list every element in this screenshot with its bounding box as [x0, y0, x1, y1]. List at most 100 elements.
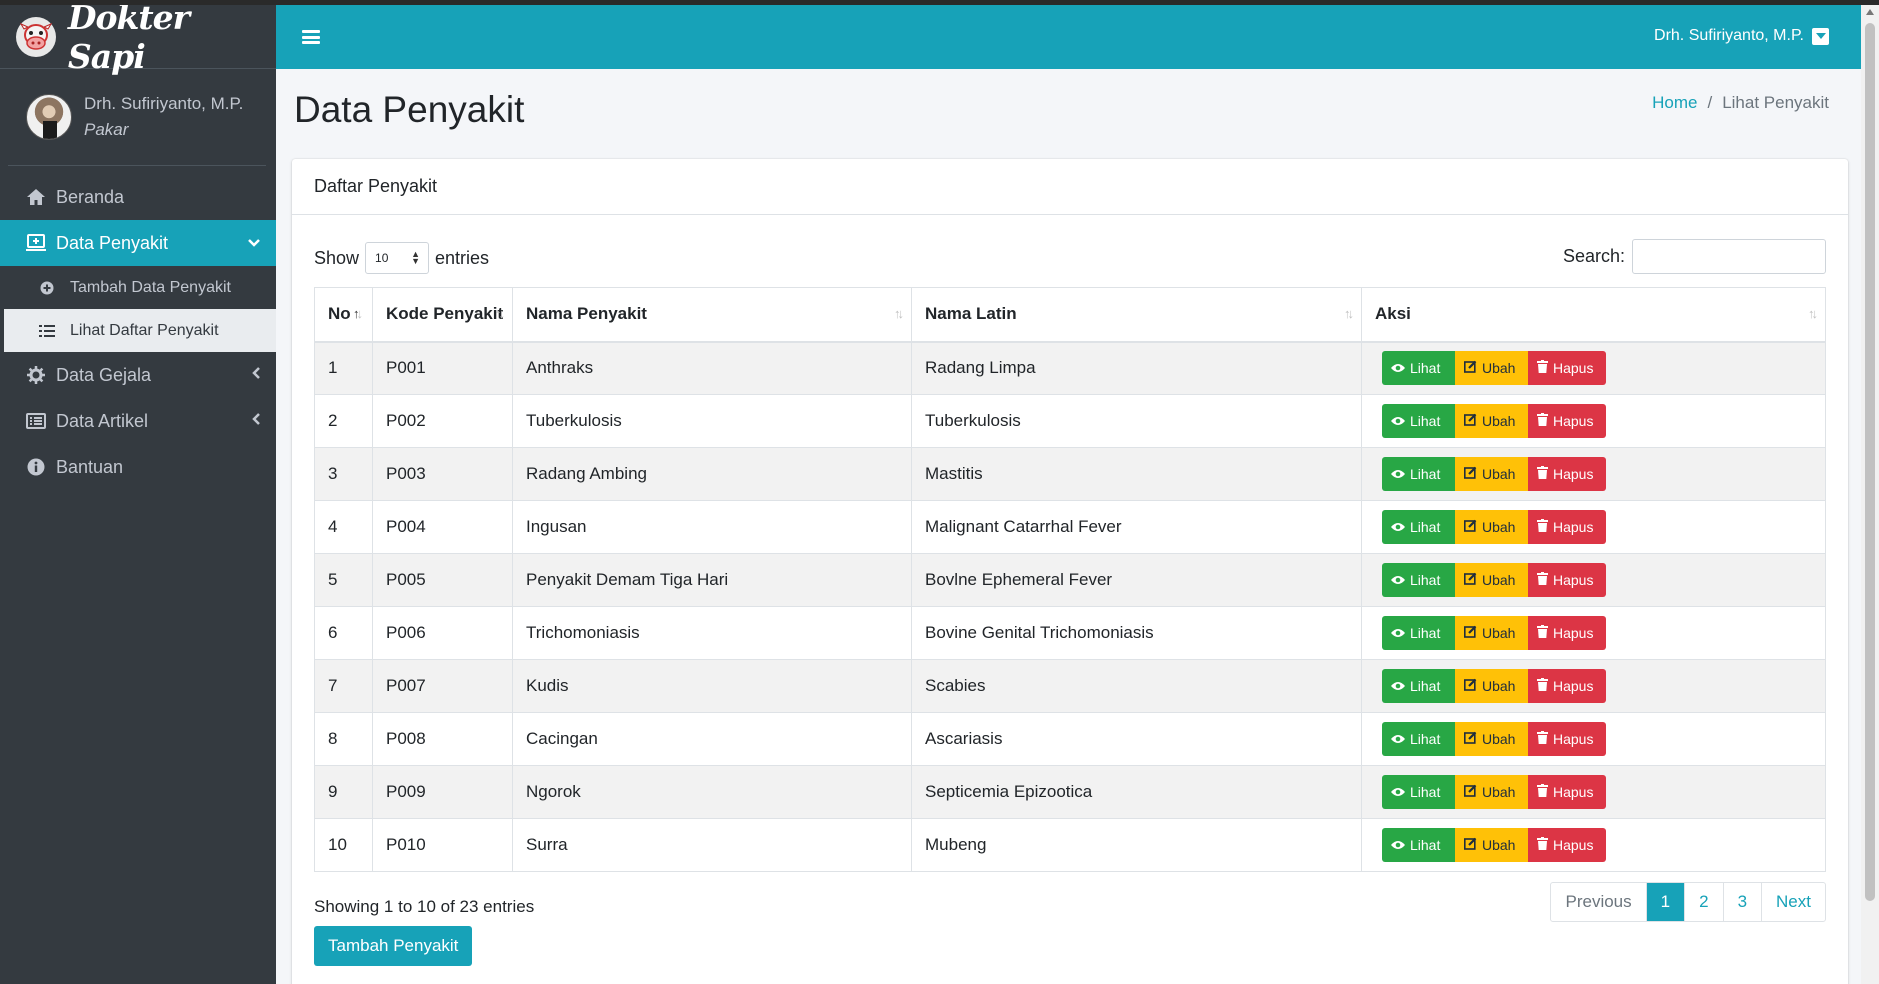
menu-toggle-icon[interactable] [302, 30, 320, 44]
edit-button[interactable]: Ubah [1455, 828, 1528, 862]
sidebar-item-beranda[interactable]: Beranda [0, 174, 276, 220]
select-arrows-icon: ▲ ▼ [411, 249, 421, 266]
pagination-next[interactable]: Next [1761, 883, 1825, 921]
view-button[interactable]: Lihat [1382, 404, 1455, 438]
sidebar-subitem-lihat-daftar-penyakit[interactable]: Lihat Daftar Penyakit [4, 309, 276, 352]
entries-select[interactable]: 10 ▲ ▼ [365, 242, 430, 274]
view-button[interactable]: Lihat [1382, 722, 1455, 756]
column-header-kode[interactable]: Kode Penyakit ↑↓ [372, 287, 513, 343]
cell-latin: Malignant Catarrhal Fever [911, 500, 1362, 554]
delete-button-label: Hapus [1553, 413, 1594, 429]
edit-button[interactable]: Ubah [1455, 722, 1528, 756]
column-header-nama[interactable]: Nama Penyakit ↑↓ [512, 287, 912, 343]
sidebar-subitem-label: Tambah Data Penyakit [70, 278, 231, 296]
edit-icon [1464, 678, 1482, 694]
sidebar-item-data-penyakit[interactable]: Data Penyakit [0, 220, 276, 266]
column-header-aksi[interactable]: Aksi ↑↓ [1361, 287, 1826, 343]
brand[interactable]: Dokter Sapi [0, 5, 276, 76]
column-header-latin[interactable]: Nama Latin ↑↓ [911, 287, 1362, 343]
edit-button[interactable]: Ubah [1455, 563, 1528, 597]
chevron-down-icon [248, 234, 260, 250]
search-label: Search: [1562, 246, 1625, 266]
pagination-page-2[interactable]: 2 [1684, 883, 1722, 921]
edit-icon [1464, 519, 1482, 535]
delete-button[interactable]: Hapus [1528, 351, 1606, 386]
top-navbar: Drh. Sufiriyanto, M.P. [276, 5, 1861, 69]
sidebar-item-data-gejala[interactable]: Data Gejala [0, 352, 276, 398]
cell-latin: Bovlne Ephemeral Fever [911, 553, 1362, 607]
view-button[interactable]: Lihat [1382, 457, 1455, 491]
sidebar-item-label: Bantuan [56, 456, 124, 477]
view-button[interactable]: Lihat [1382, 351, 1455, 386]
delete-button[interactable]: Hapus [1528, 404, 1606, 438]
delete-button-label: Hapus [1553, 784, 1594, 800]
cell-kode: P003 [372, 447, 513, 501]
pagination-page-1[interactable]: 1 [1645, 883, 1685, 921]
scrollbar-thumb[interactable] [1865, 23, 1875, 901]
edit-button[interactable]: Ubah [1455, 351, 1528, 386]
edit-icon [1464, 731, 1482, 747]
eye-icon [1391, 837, 1410, 853]
delete-button[interactable]: Hapus [1528, 669, 1606, 703]
user-panel[interactable]: Drh. Sufiriyanto, M.P. Pakar [8, 69, 266, 166]
view-button-label: Lihat [1410, 519, 1441, 535]
edit-button[interactable]: Ubah [1455, 616, 1528, 650]
delete-button[interactable]: Hapus [1528, 775, 1606, 809]
table-row: 6 P006 Trichomoniasis Bovine Genital Tricho… [314, 606, 1826, 660]
scroll-up-arrow-icon[interactable] [1866, 9, 1874, 15]
avatar [26, 94, 72, 140]
view-button-label: Lihat [1410, 625, 1441, 641]
view-button[interactable]: Lihat [1382, 775, 1455, 809]
sidebar-item-data-artikel[interactable]: Data Artikel [0, 398, 276, 444]
table-row: 2 P002 Tuberkulosis Tuberkulosis Lihat Ubah Ha… [314, 394, 1826, 448]
edit-button[interactable]: Ubah [1455, 775, 1528, 809]
view-button-label: Lihat [1410, 678, 1441, 694]
breadcrumb-current: Lihat Penyakit [1722, 93, 1829, 112]
delete-button[interactable]: Hapus [1528, 616, 1606, 650]
breadcrumb-home-link[interactable]: Home [1652, 93, 1697, 112]
edit-button[interactable]: Ubah [1455, 510, 1528, 544]
cell-latin: Scabies [911, 659, 1362, 713]
sidebar-subitem-label: Lihat Daftar Penyakit [70, 321, 219, 339]
cell-no: 8 [314, 712, 373, 766]
delete-button[interactable]: Hapus [1528, 722, 1606, 756]
view-button[interactable]: Lihat [1382, 616, 1455, 650]
view-button[interactable]: Lihat [1382, 510, 1455, 544]
delete-button[interactable]: Hapus [1528, 563, 1606, 597]
user-dropdown[interactable]: Drh. Sufiriyanto, M.P. [1654, 27, 1829, 45]
cell-no: 1 [314, 341, 373, 395]
table-row: 4 P004 Ingusan Malignant Catarrhal Fever Lih… [314, 500, 1826, 554]
cell-kode: P008 [372, 712, 513, 766]
edit-icon [1464, 413, 1482, 429]
delete-button[interactable]: Hapus [1528, 457, 1606, 491]
edit-button[interactable]: Ubah [1455, 404, 1528, 438]
pagination-page-3[interactable]: 3 [1722, 883, 1761, 921]
pagination-previous[interactable]: Previous [1551, 883, 1645, 921]
edit-icon [1464, 360, 1482, 376]
sidebar: Dokter Sapi Drh. Sufiriyanto, M.P. Pakar… [0, 5, 276, 984]
delete-button[interactable]: Hapus [1528, 828, 1606, 862]
cell-nama: Kudis [512, 659, 912, 713]
sidebar-item-label: Data Artikel [56, 410, 149, 431]
cell-no: 4 [314, 500, 373, 554]
search-input[interactable] [1632, 239, 1826, 274]
edit-button[interactable]: Ubah [1455, 457, 1528, 491]
vertical-scrollbar[interactable] [1861, 5, 1879, 984]
plus-circle-icon [38, 281, 56, 295]
column-header-no[interactable]: No ↑↓ [314, 287, 373, 343]
entries-label: entries [435, 247, 490, 268]
delete-button[interactable]: Hapus [1528, 510, 1606, 544]
sidebar-item-bantuan[interactable]: Bantuan [0, 444, 276, 490]
edit-button-label: Ubah [1482, 413, 1516, 429]
sidebar-subitem-tambah-data-penyakit[interactable]: Tambah Data Penyakit [4, 266, 276, 309]
view-button[interactable]: Lihat [1382, 563, 1455, 597]
eye-icon [1391, 625, 1410, 641]
cell-aksi: Lihat Ubah Hapus [1361, 659, 1826, 713]
edit-button[interactable]: Ubah [1455, 669, 1528, 703]
sort-icon: ↑↓ [1808, 306, 1818, 321]
column-header-label: No [328, 304, 351, 324]
add-disease-button[interactable]: Tambah Penyakit [314, 926, 473, 966]
view-button[interactable]: Lihat [1382, 669, 1455, 703]
view-button[interactable]: Lihat [1382, 828, 1455, 862]
brand-name: Dokter Sapi [67, 5, 190, 76]
